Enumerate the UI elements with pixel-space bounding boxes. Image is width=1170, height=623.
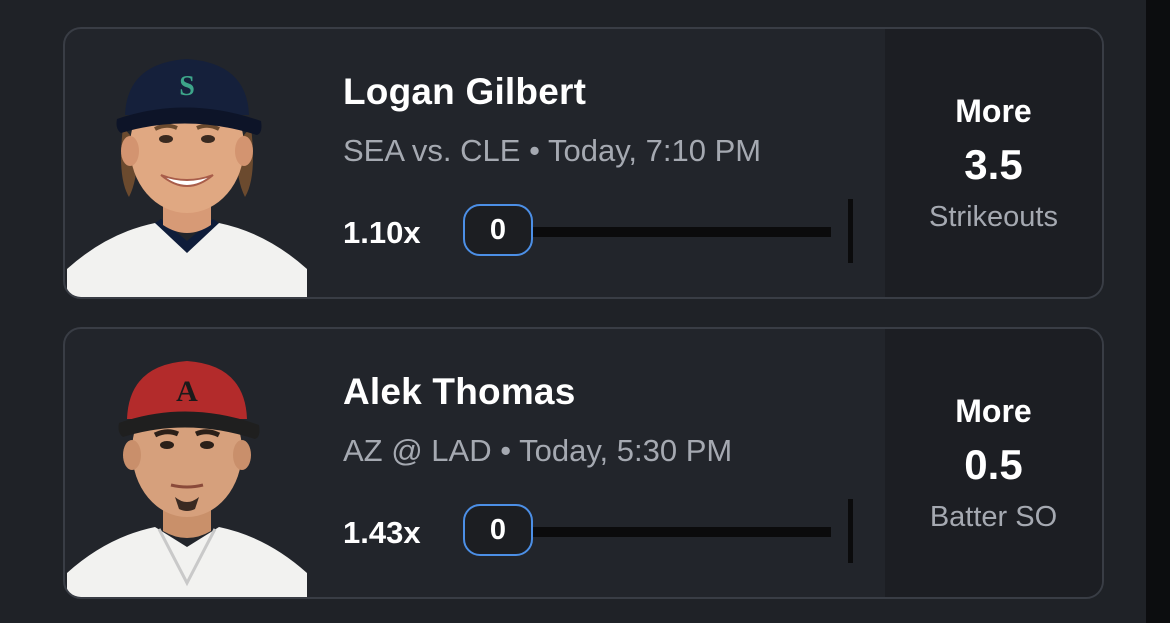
progress-value: 0	[463, 204, 533, 256]
projection-card[interactable]: A Alek Thomas AZ @ LAD • Today, 5:30 PM …	[63, 327, 1104, 599]
payout-multiplier: 1.43x	[343, 515, 421, 550]
svg-text:S: S	[179, 71, 195, 102]
payout-multiplier: 1.10x	[343, 215, 421, 250]
projection-card[interactable]: S Logan Gilbert SEA vs. CLE • Today, 7:1…	[63, 27, 1104, 299]
progress-track	[531, 527, 831, 537]
player-name: Logan Gilbert	[343, 71, 587, 112]
player-name: Alek Thomas	[343, 371, 576, 412]
player-headshot: S	[67, 59, 307, 297]
pick-direction: More	[955, 393, 1032, 429]
player-info: Logan Gilbert SEA vs. CLE • Today, 7:10 …	[343, 29, 883, 297]
svg-text:A: A	[176, 375, 198, 408]
pick-line: 0.5	[964, 441, 1023, 488]
progress-target-tick	[848, 199, 853, 263]
pick-line: 3.5	[964, 141, 1023, 188]
progress-value: 0	[463, 504, 533, 556]
game-info: SEA vs. CLE • Today, 7:10 PM	[343, 133, 762, 168]
pick-stat: Batter SO	[929, 501, 1058, 533]
progress-track	[531, 227, 831, 237]
pick-stat: Strikeouts	[929, 201, 1058, 233]
pick-direction: More	[955, 93, 1032, 129]
game-info: AZ @ LAD • Today, 5:30 PM	[343, 433, 733, 468]
right-edge-strip	[1146, 0, 1170, 623]
pick-panel[interactable]: More 3.5 Strikeouts	[885, 29, 1102, 297]
player-info: Alek Thomas AZ @ LAD • Today, 5:30 PM 1.…	[343, 329, 883, 597]
player-headshot: A	[67, 361, 307, 597]
progress-target-tick	[848, 499, 853, 563]
pick-panel[interactable]: More 0.5 Batter SO	[885, 329, 1102, 597]
